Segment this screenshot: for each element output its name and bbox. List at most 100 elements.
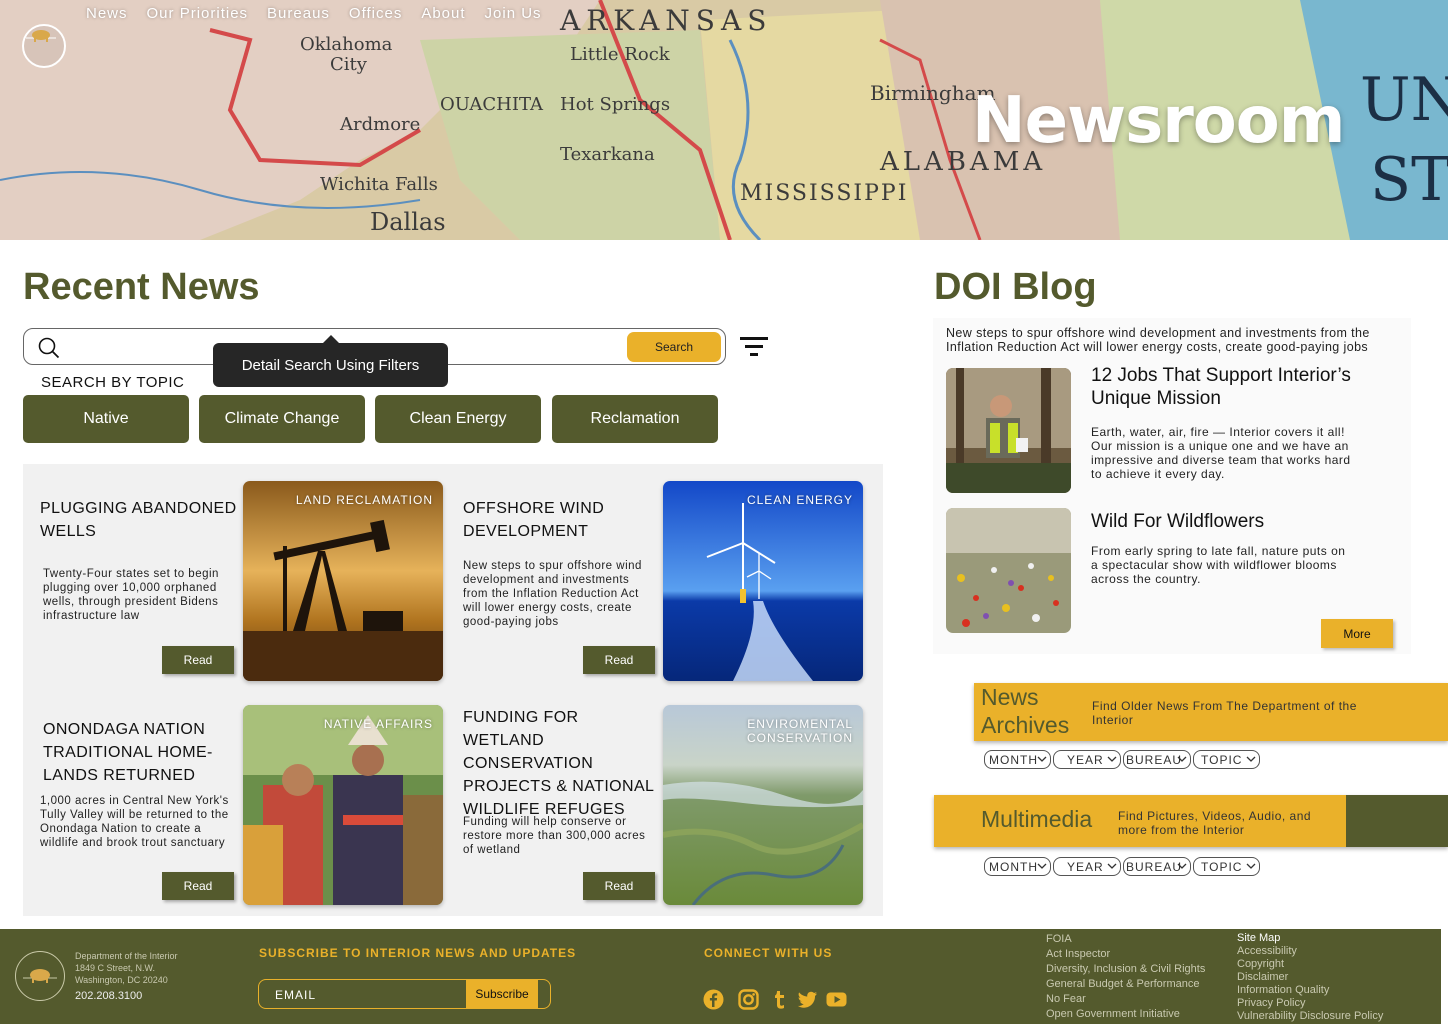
footer-link-site-map[interactable]: Site Map [1237, 932, 1383, 945]
blog-post-text: From early spring to late fall, nature p… [1091, 544, 1346, 586]
nav-about[interactable]: About [421, 5, 465, 22]
news-archives-desc: Find Older News From The Department of t… [1092, 699, 1357, 727]
topic-climate-change-button[interactable]: Climate Change [199, 395, 365, 443]
footer-link-disclaimer[interactable]: Disclaimer [1237, 971, 1383, 984]
dropdown-label: TOPIC [1201, 752, 1243, 767]
more-button[interactable]: More [1321, 619, 1393, 648]
blog-post-title[interactable]: Wild For Wildflowers [1091, 510, 1391, 533]
doi-blog-heading: DOI Blog [934, 266, 1097, 308]
chevron-down-icon [1246, 863, 1256, 869]
search-button[interactable]: Search [627, 332, 721, 362]
footer-link-foia[interactable]: FOIA [1046, 932, 1205, 947]
footer-city: Washington, DC 20240 [75, 975, 168, 985]
nav-bureaus[interactable]: Bureaus [267, 5, 330, 22]
filter-icon[interactable] [740, 335, 768, 357]
subscribe-button[interactable]: Subscribe [466, 980, 538, 1008]
news-archives-title: News Archives [981, 684, 1070, 738]
card-title-wetland: FUNDING FOR WETLAND CONSERVATION PROJECT… [463, 709, 654, 818]
footer-links-col2: Site Map Accessibility Copyright Disclai… [1237, 932, 1383, 1023]
footer-link-budget[interactable]: General Budget & Performance [1046, 977, 1205, 992]
card-tag: NATIVE AFFAIRS [323, 717, 433, 731]
wetland-image[interactable]: ENVIROMENTAL CONSERVATION [663, 705, 863, 905]
footer-links-col1: FOIA Act Inspector Diversity, Inclusion … [1046, 932, 1205, 1022]
nav-join-us[interactable]: Join Us [485, 5, 542, 22]
svg-text:MISSISSIPPI: MISSISSIPPI [740, 181, 908, 206]
archives-topic-dropdown[interactable]: TOPIC [1193, 750, 1260, 769]
read-button[interactable]: Read [162, 646, 234, 674]
svg-text:City: City [330, 54, 368, 75]
svg-text:Hot Springs: Hot Springs [560, 94, 670, 115]
svg-text:Ardmore: Ardmore [339, 114, 420, 135]
top-navigation: News Our Priorities Bureaus Offices Abou… [86, 5, 561, 22]
facebook-icon[interactable] [703, 989, 724, 1010]
oil-pump-image[interactable]: LAND RECLAMATION [243, 481, 443, 681]
nav-our-priorities[interactable]: Our Priorities [147, 5, 249, 22]
footer-link-open-government[interactable]: Open Government Initiative [1046, 1007, 1205, 1022]
svg-text:Little Rock: Little Rock [570, 44, 671, 65]
card-text-wetland: Funding will help conserve or restore mo… [463, 816, 646, 856]
footer-link-accessibility[interactable]: Accessibility [1237, 945, 1383, 958]
footer-logo[interactable] [15, 951, 65, 1001]
footer-link-no-fear[interactable]: No Fear [1046, 992, 1205, 1007]
footer-link-copyright[interactable]: Copyright [1237, 958, 1383, 971]
nav-offices[interactable]: Offices [349, 5, 402, 22]
bison-icon [26, 30, 56, 42]
footer-link-diversity[interactable]: Diversity, Inclusion & Civil Rights [1046, 962, 1205, 977]
multimedia-desc: Find Pictures, Videos, Audio, and more f… [1118, 809, 1312, 837]
footer-link-act-inspector[interactable]: Act Inspector [1046, 947, 1205, 962]
svg-text:Oklahoma: Oklahoma [300, 34, 393, 55]
wildflowers-image[interactable] [946, 508, 1071, 633]
svg-text:OUACHITA: OUACHITA [440, 94, 544, 115]
instagram-icon[interactable] [738, 989, 759, 1010]
multimedia-bureau-dropdown[interactable]: BUREAU [1123, 857, 1191, 876]
wind-turbine-image[interactable]: CLEAN ENERGY [663, 481, 863, 681]
footer-address: Department of the Interior 1849 C Street… [75, 950, 178, 986]
chevron-down-icon [1037, 756, 1047, 762]
svg-text:ARKANSAS: ARKANSAS [559, 4, 772, 37]
footer-link-information-quality[interactable]: Information Quality [1237, 984, 1383, 997]
read-button[interactable]: Read [583, 646, 655, 674]
dropdown-label: MONTH [989, 752, 1038, 767]
svg-text:Texarkana: Texarkana [560, 144, 655, 165]
hero-banner: Oklahoma City ARKANSAS Little Rock OUACH… [0, 0, 1448, 240]
topic-native-button[interactable]: Native [23, 395, 189, 443]
footer-org: Department of the Interior [75, 951, 178, 961]
dropdown-label: YEAR [1067, 752, 1104, 767]
card-title-plugging-wells: PLUGGING ABANDONED WELLS [40, 500, 237, 540]
filter-tooltip: Detail Search Using Filters [213, 335, 448, 387]
youtube-icon[interactable] [826, 989, 847, 1010]
doi-logo[interactable] [22, 24, 66, 68]
chevron-down-icon [1107, 863, 1117, 869]
footer-link-privacy-policy[interactable]: Privacy Policy [1237, 997, 1383, 1010]
dropdown-label: TOPIC [1201, 859, 1243, 874]
card-title-offshore-wind: OFFSHORE WIND DEVELOPMENT [463, 500, 605, 540]
card-tag: ENVIROMENTAL CONSERVATION [746, 717, 853, 745]
tumblr-icon[interactable] [770, 989, 791, 1010]
multimedia-month-dropdown[interactable]: MONTH [984, 857, 1051, 876]
surveyor-image[interactable] [946, 368, 1071, 493]
read-button[interactable]: Read [583, 872, 655, 900]
topic-reclamation-button[interactable]: Reclamation [552, 395, 718, 443]
multimedia-topic-dropdown[interactable]: TOPIC [1193, 857, 1260, 876]
topic-clean-energy-button[interactable]: Clean Energy [375, 395, 541, 443]
svg-text:ST: ST [1370, 145, 1448, 215]
read-button[interactable]: Read [162, 872, 234, 900]
chevron-down-icon [1037, 863, 1047, 869]
blog-post-title[interactable]: 12 Jobs That Support Interior’s Unique M… [1091, 364, 1391, 410]
email-placeholder: EMAIL [275, 988, 317, 1002]
multimedia-year-dropdown[interactable]: YEAR [1053, 857, 1121, 876]
nav-news[interactable]: News [86, 5, 128, 22]
archives-month-dropdown[interactable]: MONTH [984, 750, 1051, 769]
card-text-offshore-wind: New steps to spur offshore wind developm… [463, 560, 642, 628]
chevron-down-icon [1177, 863, 1187, 869]
chevron-down-icon [1107, 756, 1117, 762]
archives-bureau-dropdown[interactable]: BUREAU [1123, 750, 1191, 769]
svg-text:UN: UN [1360, 65, 1448, 135]
twitter-icon[interactable] [797, 989, 818, 1010]
archives-year-dropdown[interactable]: YEAR [1053, 750, 1121, 769]
blog-post-text: Earth, water, air, fire — Interior cover… [1091, 425, 1351, 481]
email-field[interactable]: EMAIL Subscribe [258, 979, 551, 1009]
footer-link-vulnerability[interactable]: Vulnerability Disclosure Policy [1237, 1010, 1383, 1023]
native-ceremony-image[interactable]: NATIVE AFFAIRS [243, 705, 443, 905]
footer-phone: 202.208.3100 [75, 990, 143, 1002]
